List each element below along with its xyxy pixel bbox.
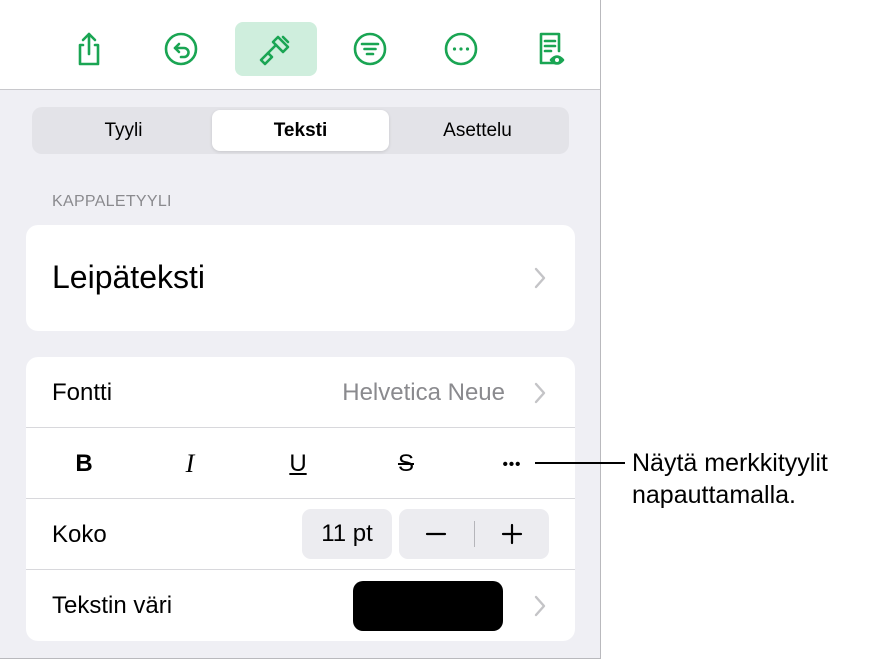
more-icon <box>444 32 478 66</box>
strikethrough-button[interactable]: S <box>386 446 426 482</box>
more-button[interactable] <box>420 22 502 76</box>
text-format-card: Fontti Helvetica Neue B I U S ••• Koko 1… <box>26 357 575 641</box>
size-value-field[interactable]: 11 pt <box>302 509 392 559</box>
chevron-right-icon <box>532 381 548 405</box>
tab-bar: Tyyli Teksti Asettelu <box>32 107 569 154</box>
undo-icon <box>164 32 198 66</box>
size-label: Koko <box>52 521 107 548</box>
underline-button[interactable]: U <box>278 446 318 482</box>
font-row[interactable]: Fontti Helvetica Neue <box>26 357 575 428</box>
size-stepper <box>399 509 549 559</box>
paragraph-style-value: Leipäteksti <box>52 259 205 295</box>
italic-button[interactable]: I <box>170 446 210 482</box>
format-panel: Tyyli Teksti Asettelu KAPPALETYYLI Leipä… <box>0 0 601 659</box>
decrease-size-button[interactable] <box>399 509 474 559</box>
more-text-options-button[interactable]: ••• <box>492 446 532 482</box>
minus-icon <box>426 532 447 536</box>
chevron-right-icon <box>532 266 548 290</box>
chevron-right-icon <box>532 594 548 618</box>
callout-text: Näytä merkkityylit napauttamalla. <box>632 449 828 509</box>
plus-icon <box>501 523 522 545</box>
undo-button[interactable] <box>140 22 222 76</box>
tab-layout[interactable]: Asettelu <box>389 110 566 151</box>
font-label: Fontti <box>52 379 113 406</box>
callout-line <box>535 462 625 464</box>
document-eye-icon <box>539 32 565 65</box>
organize-button[interactable] <box>329 22 411 76</box>
filter-icon <box>353 32 387 66</box>
reading-view-button[interactable] <box>509 22 591 76</box>
share-button[interactable] <box>48 22 130 76</box>
toolbar <box>0 0 600 90</box>
bold-button[interactable]: B <box>64 446 104 482</box>
share-icon <box>78 32 100 66</box>
text-color-row[interactable]: Tekstin väri <box>26 570 575 641</box>
tab-text[interactable]: Teksti <box>212 110 389 151</box>
font-value: Helvetica Neue <box>342 379 505 406</box>
format-button[interactable] <box>235 22 317 76</box>
character-format-row: B I U S ••• <box>26 428 575 499</box>
tab-style[interactable]: Tyyli <box>35 110 212 151</box>
text-color-label: Tekstin väri <box>52 592 173 619</box>
increase-size-button[interactable] <box>475 509 550 559</box>
paragraph-style-section-label: KAPPALETYYLI <box>52 193 172 210</box>
paragraph-style-row[interactable]: Leipäteksti <box>26 225 575 331</box>
size-row: Koko 11 pt <box>26 499 575 570</box>
text-color-swatch[interactable] <box>353 581 503 631</box>
paintbrush-icon <box>259 35 290 66</box>
